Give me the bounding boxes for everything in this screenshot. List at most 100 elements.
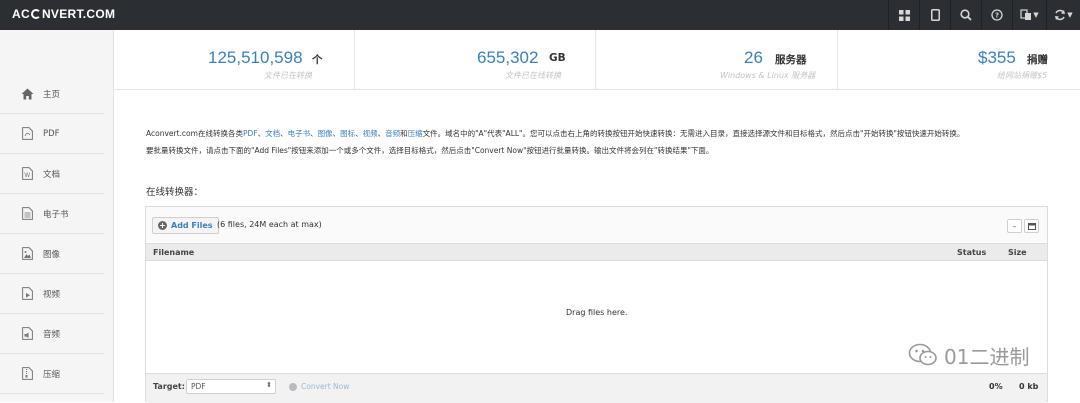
add-files-label: Add Files (171, 221, 213, 230)
wechat-logo-icon (908, 343, 937, 366)
logo-text-right: NVERT.COM (41, 7, 116, 21)
add-files-button[interactable]: + Add Files (152, 217, 219, 234)
link-icon[interactable]: 图标 (340, 129, 355, 138)
link-video[interactable]: 视频 (363, 129, 378, 138)
wechat-watermark: 01二进制 (908, 338, 1058, 372)
stat-subtitle: 文件已在线转换 (505, 71, 561, 80)
site-logo[interactable]: AC NVERT.COM (12, 7, 115, 21)
select-arrows-icon: ⬍ (266, 381, 272, 389)
stat-files-converted: 125,510,598 个 文件已在转换 (114, 30, 355, 90)
ebook-icon (20, 207, 34, 221)
sidebar-item-pdf[interactable]: PDF (0, 114, 104, 154)
link-ebook[interactable]: 电子书 (288, 129, 311, 138)
link-archive[interactable]: 压缩 (408, 129, 423, 138)
stat-data-converted: 655,302 GB 文件已在线转换 (355, 30, 596, 90)
sidebar-item-label: 文档 (43, 169, 61, 180)
svg-text:?: ? (995, 12, 999, 20)
stat-value: 655,302 (477, 48, 539, 67)
gear-icon (289, 382, 297, 391)
svg-text:W: W (24, 172, 30, 179)
stat-subtitle: Windows & Linux 服务器 (720, 71, 816, 80)
progress-percent: 0% (989, 382, 1003, 391)
sidebar-item-label: 视频 (43, 289, 61, 300)
sidebar-item-label: PDF (43, 128, 60, 139)
sidebar: 主页 PDF W 文档 电子书 图像 视频 音频 压缩 (0, 30, 114, 402)
search-icon (960, 9, 972, 21)
separator: 、 (310, 129, 318, 138)
sidebar-item-ebook[interactable]: 电子书 (0, 194, 104, 234)
add-files-note: (6 files, 24M each at max) (217, 220, 322, 229)
archive-file-icon (20, 367, 34, 381)
stat-value: 125,510,598 (208, 48, 303, 67)
image-file-icon (20, 247, 34, 261)
window-button[interactable] (1024, 219, 1039, 233)
minimize-button[interactable]: – (1007, 219, 1022, 233)
link-pdf[interactable]: PDF (243, 129, 258, 138)
stat-subtitle: 文件已在转换 (264, 71, 312, 80)
stats-bar: 125,510,598 个 文件已在转换 655,302 GB 文件已在线转换 … (114, 30, 1080, 90)
link-audio[interactable]: 音频 (385, 129, 400, 138)
logo-ring-icon (30, 9, 41, 19)
intro-line-1: Aconvert.com在线转换各类PDF、文档、电子书、图像、图标、视频、音频… (146, 125, 964, 142)
audio-file-icon (20, 327, 34, 341)
intro-line-2: 要批量转换文件，请点击下面的"Add Files"按钮来添加一个或多个文件，选择… (146, 146, 714, 155)
video-file-icon (20, 287, 34, 301)
top-navbar: AC NVERT.COM ? ▼ ▼ (0, 0, 1080, 30)
target-format-select[interactable]: PDF ⬍ (186, 379, 276, 394)
language-dropdown[interactable]: ▼ (1012, 0, 1046, 30)
converter-panel: + Add Files (6 files, 24M each at max) –… (145, 206, 1048, 403)
language-icon (1020, 9, 1032, 20)
intro-description: Aconvert.com在线转换各类PDF、文档、电子书、图像、图标、视频、音频… (146, 125, 964, 159)
tablet-icon (930, 9, 940, 21)
separator: 、 (355, 129, 363, 138)
stat-subtitle: 给网站捐赠$5 (997, 71, 1048, 80)
column-filename: Filename (153, 248, 195, 257)
stat-unit: 个 (312, 54, 323, 66)
link-document[interactable]: 文档 (265, 129, 280, 138)
sidebar-item-label: 图像 (43, 249, 61, 260)
word-file-icon: W (20, 167, 34, 181)
conjunction: 和 (400, 129, 408, 138)
sidebar-item-audio[interactable]: 音频 (0, 314, 104, 354)
pdf-file-icon (20, 127, 34, 141)
intro-text: Aconvert.com在线转换各类 (146, 129, 243, 138)
intro-text: 文件。域名中的"A"代表"ALL"。您可以点击右上角的转换按钮开始快速转换：无需… (422, 129, 965, 138)
separator: 、 (377, 129, 386, 138)
home-icon (20, 87, 34, 101)
sidebar-item-label: 电子书 (43, 209, 69, 220)
separator: 、 (257, 129, 266, 138)
sidebar-item-image[interactable]: 图像 (0, 234, 104, 274)
window-icon (1027, 222, 1036, 230)
link-image[interactable]: 图像 (318, 129, 333, 138)
separator: 、 (280, 129, 288, 138)
column-status: Status (957, 248, 987, 257)
converter-footer: Target: PDF ⬍ Convert Now 0% 0 kb (146, 373, 1047, 403)
sidebar-item-label: 主页 (43, 89, 61, 100)
search-button[interactable] (950, 0, 981, 30)
stat-unit: 服务器 (775, 54, 807, 66)
stat-unit: GB (549, 52, 566, 64)
sidebar-item-video[interactable]: 视频 (0, 274, 104, 314)
grid-button[interactable] (888, 0, 919, 30)
plus-icon: + (158, 221, 167, 230)
total-size: 0 kb (1019, 382, 1039, 391)
sidebar-item-home[interactable]: 主页 (0, 74, 104, 114)
tablet-button[interactable] (919, 0, 950, 30)
convert-now-label: Convert Now (301, 382, 350, 391)
refresh-dropdown[interactable]: ▼ (1046, 0, 1080, 30)
convert-now-button[interactable]: Convert Now (289, 382, 349, 391)
sidebar-item-document[interactable]: W 文档 (0, 154, 104, 194)
converter-toolbar: + Add Files (6 files, 24M each at max) – (146, 207, 1047, 242)
sidebar-item-archive[interactable]: 压缩 (0, 354, 104, 394)
help-button[interactable]: ? (981, 0, 1012, 30)
section-title: 在线转换器： (146, 187, 204, 198)
stat-servers: 26 服务器 Windows & Linux 服务器 (596, 30, 838, 90)
sidebar-item-label: 压缩 (43, 369, 61, 380)
chevron-down-icon: ▼ (1067, 11, 1073, 19)
chevron-down-icon: ▼ (1033, 11, 1039, 19)
logo-text-left: AC (12, 7, 30, 21)
sidebar-item-label: 音频 (43, 329, 61, 340)
stat-unit: 捐赠 (1027, 54, 1048, 66)
file-table-header: Filename Status Size (146, 243, 1047, 261)
stat-value: 26 (744, 48, 763, 67)
